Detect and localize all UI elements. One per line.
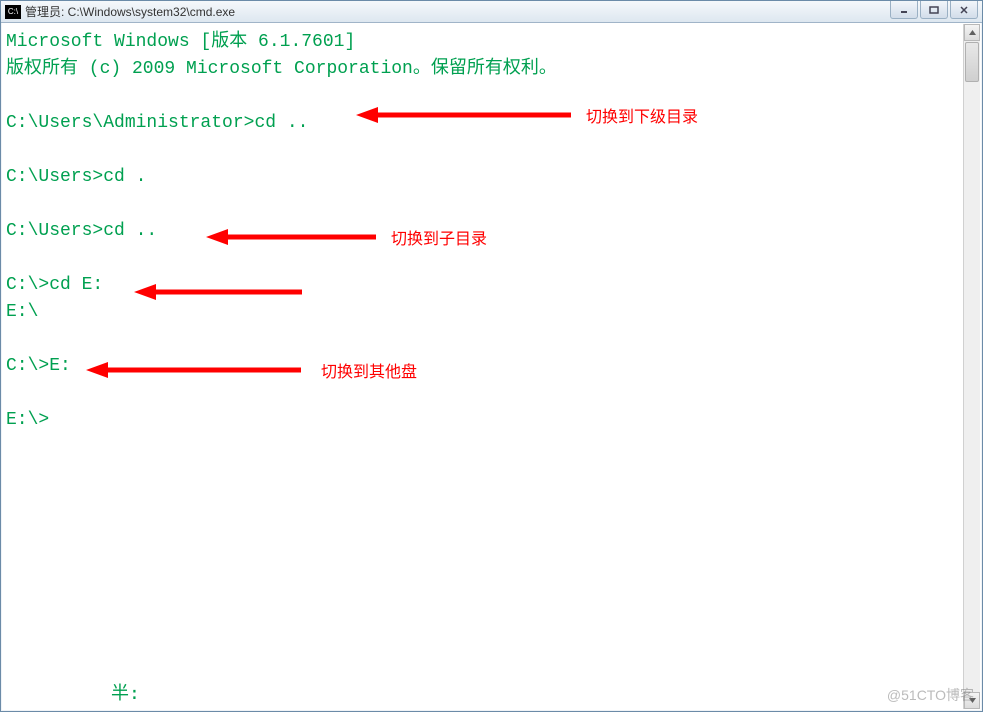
close-button[interactable]	[950, 1, 978, 19]
terminal-line: 版权所有 (c) 2009 Microsoft Corporation。保留所有…	[6, 59, 557, 79]
maximize-icon	[929, 5, 939, 15]
minimize-icon	[899, 5, 909, 15]
terminal-line: Microsoft Windows [版本 6.1.7601]	[6, 32, 355, 52]
minimize-button[interactable]	[890, 1, 918, 19]
annotation-label: 切换到子目录	[391, 225, 487, 249]
terminal-line: C:\>E:	[6, 356, 71, 376]
terminal-line: C:\Users>cd ..	[6, 221, 157, 241]
terminal-line: C:\>cd E:	[6, 275, 103, 295]
ime-status: 半:	[111, 679, 140, 705]
cmd-icon: C:\	[5, 5, 21, 19]
window-title: 管理员: C:\Windows\system32\cmd.exe	[25, 3, 978, 20]
scroll-thumb[interactable]	[965, 42, 979, 82]
annotation-label: 切换到其他盘	[321, 358, 417, 382]
annotation-arrow-3	[134, 280, 304, 304]
annotation-arrow-4: 切换到其他盘	[86, 358, 417, 382]
vertical-scrollbar[interactable]	[963, 24, 980, 709]
arrow-icon	[356, 103, 576, 127]
watermark: @51CTO博客	[887, 685, 974, 705]
close-icon	[959, 5, 969, 15]
titlebar: C:\ 管理员: C:\Windows\system32\cmd.exe	[1, 1, 982, 23]
scroll-up-button[interactable]	[964, 24, 980, 41]
maximize-button[interactable]	[920, 1, 948, 19]
arrow-icon	[206, 225, 381, 249]
arrow-icon	[134, 280, 304, 304]
annotation-label: 切换到下级目录	[586, 103, 698, 127]
arrow-icon	[86, 358, 306, 382]
terminal-line: C:\Users\Administrator>cd ..	[6, 113, 308, 133]
chevron-up-icon	[968, 28, 977, 37]
annotation-arrow-2: 切换到子目录	[206, 225, 487, 249]
terminal-line: E:\	[6, 302, 38, 322]
window-controls	[890, 1, 978, 19]
terminal-line: E:\>	[6, 410, 49, 430]
cmd-window: C:\ 管理员: C:\Windows\system32\cmd.exe Mic…	[0, 0, 983, 712]
annotation-arrow-1: 切换到下级目录	[356, 103, 698, 127]
terminal-line: C:\Users>cd .	[6, 167, 146, 187]
